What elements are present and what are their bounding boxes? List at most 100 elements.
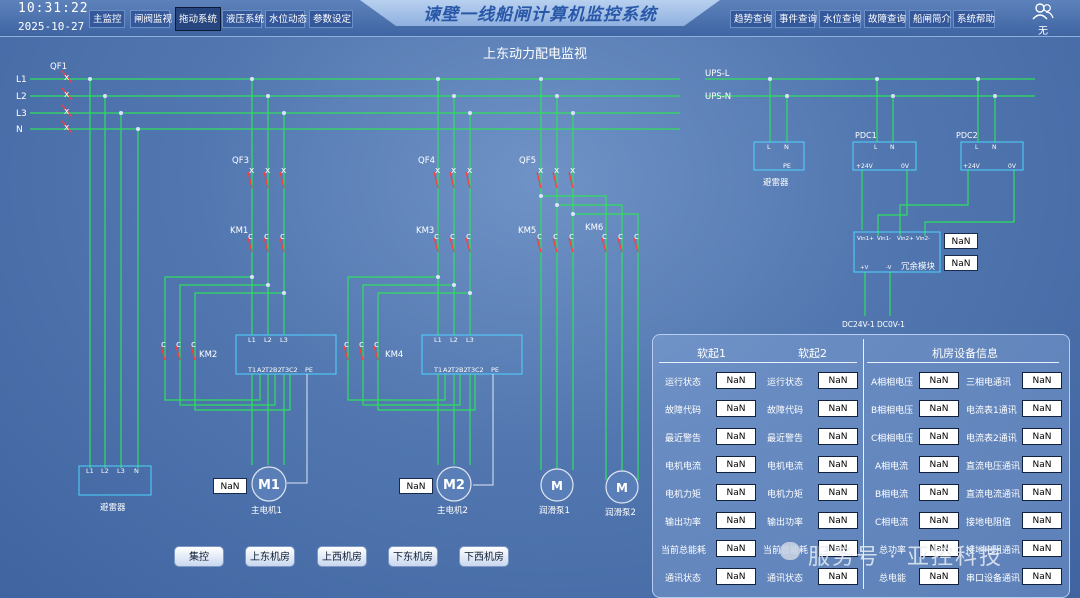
svg-text:x: x (64, 107, 70, 117)
bus-label-l3: L3 (16, 109, 27, 119)
lube-pump-1: M (540, 468, 574, 502)
phase-c-current-value: NaN (919, 512, 959, 529)
pdc1-label: PDC1 (855, 131, 877, 140)
svg-text:c: c (264, 232, 269, 242)
phase-b-current-value: NaN (919, 484, 959, 501)
svg-text:x: x (64, 73, 70, 83)
svg-text:c: c (602, 232, 607, 242)
ss2-recent-warning-label: 最近警告 (767, 434, 804, 444)
svg-text:L2: L2 (101, 467, 109, 475)
svg-text:c: c (569, 232, 574, 242)
svg-text:x: x (538, 166, 544, 176)
svg-text:c: c (176, 340, 181, 350)
contactor-km4-label: KM4 (385, 350, 403, 360)
svg-text:c: c (161, 340, 166, 350)
ammeter2-comm-value: NaN (1022, 428, 1062, 445)
ss1-comm-status-value: NaN (716, 568, 756, 585)
main-arrester-label: 避雷器 (100, 502, 126, 513)
bus-label-l1: L1 (16, 75, 27, 85)
dc-current-comm-value: NaN (1022, 484, 1062, 501)
header-underline-left (659, 362, 857, 363)
svg-text:x: x (554, 166, 560, 176)
svg-text:M2: M2 (443, 478, 465, 493)
svg-text:c: c (248, 232, 253, 242)
svg-text:c: c (344, 340, 349, 350)
ss2-output-power-value: NaN (818, 512, 858, 529)
svg-text:L1: L1 (434, 336, 442, 344)
contactor-km5-label: KM5 (518, 226, 536, 236)
svg-text:x: x (435, 166, 441, 176)
svg-text:x: x (570, 166, 576, 176)
svg-text:L3: L3 (280, 336, 288, 344)
ss2-motor-current-label: 电机电流 (767, 462, 804, 472)
svg-text:N: N (134, 467, 139, 475)
ss2-fault-code-value: NaN (818, 400, 858, 417)
lower-east-room-button[interactable]: 下东机房 (388, 546, 438, 567)
ss2-motor-current-value: NaN (818, 456, 858, 473)
svg-text:x: x (467, 166, 473, 176)
svg-text:+V: +V (860, 265, 869, 271)
upper-west-room-button[interactable]: 上西机房 (317, 546, 367, 567)
svg-text:0V: 0V (1008, 163, 1017, 170)
svg-text:+24V: +24V (856, 163, 874, 170)
ups-label-n: UPS-N (705, 92, 731, 102)
central-control-button[interactable]: 集控 (174, 546, 224, 567)
svg-text:L1: L1 (86, 467, 94, 475)
svg-text:x: x (265, 166, 271, 176)
ss1-motor-torque-value: NaN (716, 484, 756, 501)
ss1-recent-warning-label: 最近警告 (665, 434, 702, 444)
svg-text:x: x (249, 166, 255, 176)
soft-starter-1-header: 软起1 (697, 347, 726, 360)
svg-text:M: M (616, 481, 628, 495)
phase-b-voltage-label: B相相电压 (871, 406, 914, 416)
svg-text:L2: L2 (450, 336, 458, 344)
contactor-km2-label: KM2 (199, 350, 217, 360)
ammeter2-comm-label: 电流表2通讯 (966, 434, 1017, 444)
wechat-icon (780, 542, 800, 560)
svg-text:x: x (64, 123, 70, 133)
svg-text:T3: T3 (280, 366, 289, 374)
svg-text:N: N (890, 144, 895, 151)
ss1-energy-value: NaN (716, 540, 756, 557)
svg-text:c: c (466, 232, 471, 242)
svg-text:T2: T2 (264, 366, 273, 374)
bus-label-l2: L2 (16, 92, 27, 102)
svg-text:N: N (992, 144, 997, 151)
pdc2-label: PDC2 (956, 131, 978, 140)
svg-text:-V: -V (886, 265, 892, 271)
svg-text:L2: L2 (264, 336, 272, 344)
dc0v-output-label: DC0V-1 (877, 320, 905, 329)
upper-east-room-button[interactable]: 上东机房 (245, 546, 295, 567)
svg-text:c: c (191, 340, 196, 350)
svg-text:L3: L3 (117, 467, 125, 475)
header-underline-right (867, 362, 1059, 363)
ups-label-l: UPS-L (705, 69, 730, 79)
bus-label-n: N (16, 125, 23, 135)
ss1-run-status-label: 运行状态 (665, 378, 702, 388)
svg-text:T1: T1 (433, 366, 442, 374)
dc-current-comm-label: 直流电流通讯 (966, 490, 1021, 500)
svg-text:0V: 0V (901, 163, 910, 170)
svg-text:x: x (64, 90, 70, 100)
breaker-qf1-label: QF1 (50, 62, 67, 72)
svg-text:+24V: +24V (963, 163, 981, 170)
ss1-energy-label: 当前总能耗 (661, 546, 707, 556)
lube-pump-2: M (605, 470, 639, 504)
svg-text:PE: PE (491, 366, 499, 374)
contactor-km1-label: KM1 (230, 226, 248, 236)
lower-west-room-button[interactable]: 下西机房 (459, 546, 509, 567)
svg-text:Vin2-: Vin2- (916, 236, 930, 242)
phase-c-current-label: C相电流 (875, 518, 909, 528)
ss2-run-status-label: 运行状态 (767, 378, 804, 388)
contactor-km6-label: KM6 (585, 223, 603, 233)
phase-c-voltage-label: C相相电压 (871, 434, 914, 444)
svg-text:L: L (767, 143, 771, 151)
ss1-recent-warning-value: NaN (716, 428, 756, 445)
svg-text:Vin2+: Vin2+ (897, 236, 914, 242)
redundancy-module-label: 冗余模块 (901, 261, 936, 272)
ss1-fault-code-label: 故障代码 (665, 406, 702, 416)
svg-text:x: x (451, 166, 457, 176)
svg-text:PE: PE (783, 162, 791, 170)
dc-voltage-comm-value: NaN (1022, 456, 1062, 473)
phase-a-voltage-label: A相相电压 (871, 378, 914, 388)
